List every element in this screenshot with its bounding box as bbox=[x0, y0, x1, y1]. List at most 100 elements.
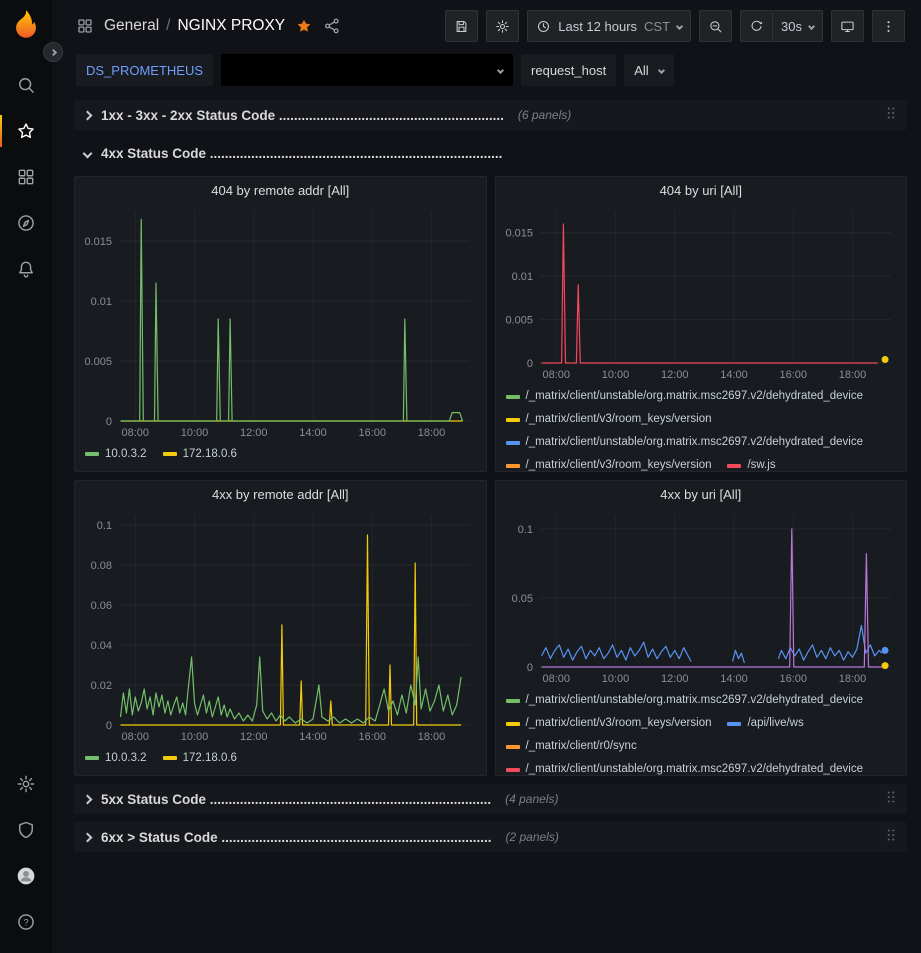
series-color-swatch bbox=[727, 464, 741, 468]
chart-area[interactable]: 08:0010:0012:0014:0016:0018:0000.0050.01… bbox=[496, 203, 907, 383]
favorite-star-icon[interactable] bbox=[295, 17, 313, 35]
help-icon: ? bbox=[16, 912, 36, 932]
legend-label: /_matrix/client/v3/room_keys/version bbox=[526, 408, 712, 431]
top-toolbar: General / NGINX PROXY Last 12 hours CST bbox=[52, 0, 921, 52]
save-icon bbox=[454, 19, 469, 34]
chevron-down-icon bbox=[676, 22, 683, 29]
drag-handle-icon[interactable] bbox=[885, 826, 897, 849]
chart-area[interactable]: 08:0010:0012:0014:0016:0018:0000.020.040… bbox=[75, 507, 486, 745]
svg-text:18:00: 18:00 bbox=[838, 673, 866, 685]
legend-item[interactable]: 172.18.0.6 bbox=[163, 752, 237, 764]
chevron-down-icon bbox=[83, 148, 93, 158]
sidebar-item-help[interactable]: ? bbox=[0, 899, 52, 945]
svg-text:14:00: 14:00 bbox=[299, 731, 327, 743]
drag-handle-icon[interactable] bbox=[885, 788, 897, 811]
legend-item[interactable]: /sw.js bbox=[727, 454, 775, 471]
compass-icon bbox=[16, 213, 36, 233]
datasource-select[interactable] bbox=[221, 54, 513, 86]
grafana-logo-icon[interactable] bbox=[9, 8, 43, 42]
legend-label: /_matrix/client/r0/sync bbox=[526, 735, 637, 758]
refresh-group: 30s bbox=[740, 10, 823, 42]
chart-svg[interactable]: 08:0010:0012:0014:0016:0018:0000.0050.01… bbox=[496, 203, 907, 383]
legend-item[interactable]: 172.18.0.6 bbox=[163, 448, 237, 460]
time-range-picker[interactable]: Last 12 hours CST bbox=[527, 10, 691, 42]
svg-text:12:00: 12:00 bbox=[240, 427, 268, 439]
dashboard-title[interactable]: NGINX PROXY bbox=[177, 17, 285, 35]
svg-text:0.005: 0.005 bbox=[505, 315, 533, 327]
legend-item[interactable]: /_matrix/client/unstable/org.matrix.msc2… bbox=[506, 385, 864, 408]
svg-text:0: 0 bbox=[526, 358, 532, 370]
dashboard-content: 1xx - 3xx - 2xx Status Code ............… bbox=[52, 96, 921, 852]
row-4xx[interactable]: 4xx Status Code ........................… bbox=[74, 138, 907, 168]
sidebar-item-starred[interactable] bbox=[0, 108, 52, 154]
svg-text:0: 0 bbox=[526, 662, 532, 674]
sidebar-item-server-admin[interactable] bbox=[0, 807, 52, 853]
chart-area[interactable]: 08:0010:0012:0014:0016:0018:0000.0050.01… bbox=[75, 203, 486, 441]
sidebar-item-explore[interactable] bbox=[0, 200, 52, 246]
svg-text:10:00: 10:00 bbox=[601, 369, 629, 381]
svg-text:08:00: 08:00 bbox=[542, 369, 570, 381]
cycle-view-mode-button[interactable] bbox=[831, 10, 864, 42]
request-host-select[interactable]: All bbox=[624, 54, 673, 86]
svg-text:12:00: 12:00 bbox=[240, 731, 268, 743]
chevron-right-icon bbox=[49, 48, 56, 55]
breadcrumb: General / NGINX PROXY bbox=[104, 17, 285, 35]
apps-icon bbox=[16, 167, 36, 187]
timezone-label: CST bbox=[644, 19, 670, 34]
svg-text:10:00: 10:00 bbox=[181, 731, 209, 743]
save-dashboard-button[interactable] bbox=[445, 10, 478, 42]
refresh-interval-select[interactable]: 30s bbox=[773, 10, 823, 42]
legend-label: /_matrix/client/unstable/org.matrix.msc2… bbox=[526, 689, 864, 712]
svg-text:16:00: 16:00 bbox=[358, 427, 386, 439]
sidebar-item-profile[interactable] bbox=[0, 853, 52, 899]
legend: 10.0.3.2 172.18.0.6 bbox=[75, 441, 486, 471]
zoom-out-button[interactable] bbox=[699, 10, 732, 42]
breadcrumb-folder[interactable]: General bbox=[104, 17, 159, 35]
svg-text:14:00: 14:00 bbox=[720, 673, 748, 685]
legend-item[interactable]: /_matrix/client/v3/room_keys/version bbox=[506, 712, 712, 735]
request-host-value: All bbox=[634, 63, 648, 78]
legend-item[interactable]: /_matrix/client/unstable/org.matrix.msc2… bbox=[506, 431, 864, 454]
panel-title[interactable]: 404 by uri [All] bbox=[496, 177, 907, 203]
sidebar-item-configuration[interactable] bbox=[0, 761, 52, 807]
row-1xx-3xx-2xx[interactable]: 1xx - 3xx - 2xx Status Code ............… bbox=[74, 100, 907, 130]
svg-text:18:00: 18:00 bbox=[418, 731, 446, 743]
share-icon[interactable] bbox=[323, 17, 341, 35]
row-6xx[interactable]: 6xx > Status Code ......................… bbox=[74, 822, 907, 852]
variables-bar: DS_PROMETHEUS request_host All bbox=[52, 52, 921, 96]
legend-item[interactable]: 10.0.3.2 bbox=[85, 752, 147, 764]
legend-item[interactable]: /_matrix/client/v3/room_keys/version bbox=[506, 454, 712, 471]
legend-item[interactable]: /_matrix/client/v3/room_keys/version bbox=[506, 408, 712, 431]
svg-text:12:00: 12:00 bbox=[661, 369, 689, 381]
panel: 4xx by remote addr [All]08:0010:0012:001… bbox=[74, 480, 487, 776]
panel: 4xx by uri [All]08:0010:0012:0014:0016:0… bbox=[495, 480, 908, 776]
series-color-swatch bbox=[727, 722, 741, 726]
chart-svg[interactable]: 08:0010:0012:0014:0016:0018:0000.020.040… bbox=[75, 507, 486, 745]
legend-item[interactable]: /_matrix/client/r0/sync bbox=[506, 735, 637, 758]
panel-grid: 404 by remote addr [All]08:0010:0012:001… bbox=[74, 176, 907, 776]
sidebar-item-alerting[interactable] bbox=[0, 246, 52, 292]
chart-svg[interactable]: 08:0010:0012:0014:0016:0018:0000.0050.01… bbox=[75, 203, 486, 441]
sidebar-item-dashboards[interactable] bbox=[0, 154, 52, 200]
legend-item[interactable]: /api/live/ws bbox=[727, 712, 803, 735]
sidebar-expand-button[interactable] bbox=[43, 42, 63, 62]
panel-title[interactable]: 404 by remote addr [All] bbox=[75, 177, 486, 203]
drag-handle-icon[interactable] bbox=[885, 104, 897, 127]
sidebar-item-search[interactable] bbox=[0, 62, 52, 108]
legend-item[interactable]: /_matrix/client/unstable/org.matrix.msc2… bbox=[506, 689, 864, 712]
panel-title[interactable]: 4xx by uri [All] bbox=[496, 481, 907, 507]
more-options-button[interactable] bbox=[872, 10, 905, 42]
legend-label: /_matrix/client/unstable/org.matrix.msc2… bbox=[526, 385, 864, 408]
row-title: 6xx > Status Code ......................… bbox=[101, 830, 491, 845]
chart-svg[interactable]: 08:0010:0012:0014:0016:0018:0000.050.1 bbox=[496, 507, 907, 687]
dashboard-settings-button[interactable] bbox=[486, 10, 519, 42]
row-5xx[interactable]: 5xx Status Code ........................… bbox=[74, 784, 907, 814]
chart-area[interactable]: 08:0010:0012:0014:0016:0018:0000.050.1 bbox=[496, 507, 907, 687]
monitor-icon bbox=[840, 19, 855, 34]
refresh-button[interactable] bbox=[740, 10, 773, 42]
svg-text:0.015: 0.015 bbox=[84, 236, 112, 248]
legend-item[interactable]: /_matrix/client/unstable/org.matrix.msc2… bbox=[506, 758, 864, 775]
legend-item[interactable]: 10.0.3.2 bbox=[85, 448, 147, 460]
svg-text:0.01: 0.01 bbox=[91, 296, 112, 308]
panel-title[interactable]: 4xx by remote addr [All] bbox=[75, 481, 486, 507]
